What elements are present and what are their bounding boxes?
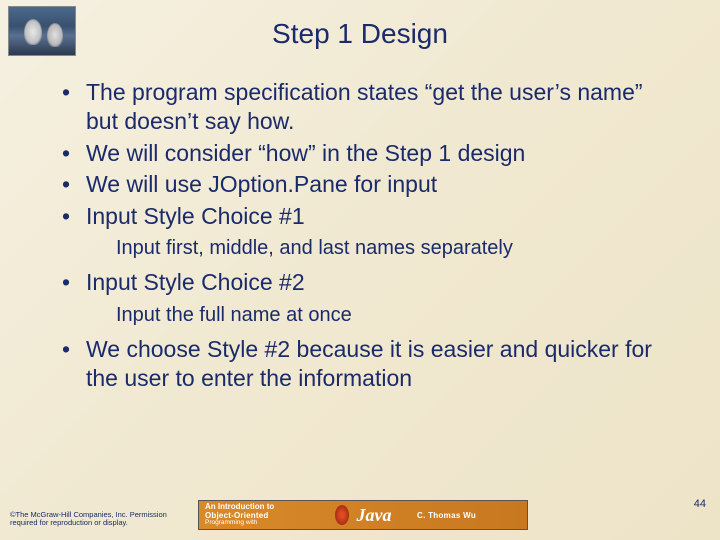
bullet-item: We will use JOption.Pane for input [58, 170, 680, 199]
banner-line3: Programming with [205, 520, 339, 527]
bullet-item: We choose Style #2 because it is easier … [58, 335, 680, 394]
bullet-item: The program specification states “get th… [58, 78, 680, 137]
header-decorative-image [8, 6, 76, 56]
java-logo: Java [339, 501, 409, 529]
banner-title-block: An Introduction to Object-Oriented Progr… [199, 503, 339, 527]
sub-bullet-item: Input the full name at once [58, 302, 680, 329]
bullet-item: Input Style Choice #2 [58, 268, 680, 297]
copyright-text: ©The McGraw-Hill Companies, Inc. Permiss… [10, 511, 180, 528]
banner-author: C. Thomas Wu [409, 511, 527, 520]
slide-body: The program specification states “get th… [0, 78, 720, 394]
sub-bullet-item: Input first, middle, and last names sepa… [58, 235, 680, 262]
bullet-item: We will consider “how” in the Step 1 des… [58, 139, 680, 168]
bullet-item: Input Style Choice #1 [58, 202, 680, 231]
page-number: 44 [694, 498, 706, 510]
book-banner: An Introduction to Object-Oriented Progr… [198, 500, 528, 530]
slide-footer: ©The McGraw-Hill Companies, Inc. Permiss… [0, 498, 720, 532]
slide-title: Step 1 Design [0, 0, 720, 78]
